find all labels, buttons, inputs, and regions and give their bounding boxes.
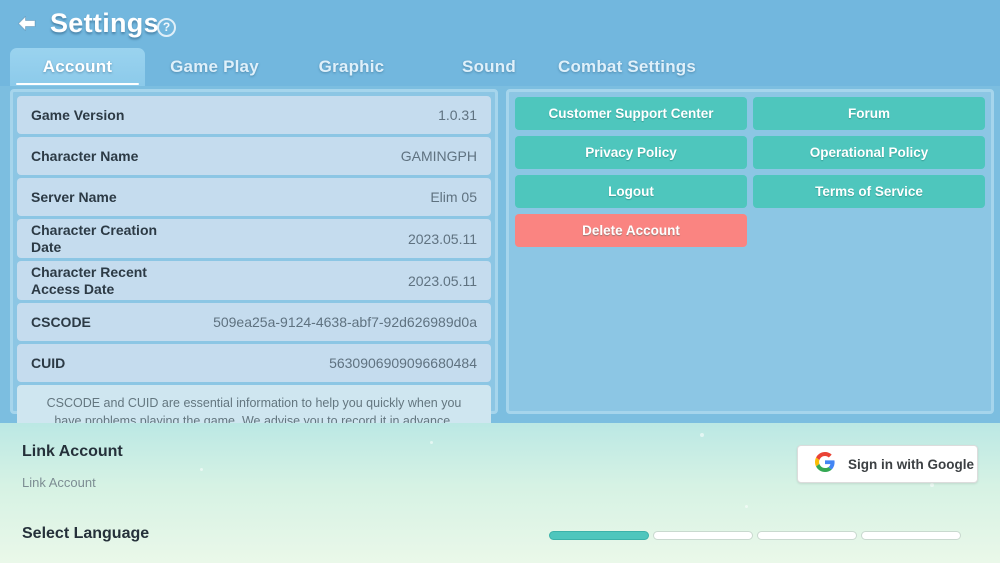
button-label: Privacy Policy <box>585 145 677 160</box>
info-row-value: 5630906909096680484 <box>329 355 477 371</box>
info-row-value: GAMINGPH <box>401 148 477 164</box>
tab-label: Graphic <box>319 57 385 77</box>
page-title: Settings <box>50 8 159 39</box>
tab-label: Combat Settings <box>558 57 696 77</box>
link-account-area <box>0 423 1000 563</box>
button-label: Delete Account <box>582 223 680 238</box>
logout-button[interactable]: Logout <box>515 175 747 208</box>
account-actions-panel: Customer Support Center Forum Privacy Poli… <box>506 89 994 414</box>
language-option-1[interactable] <box>549 531 649 540</box>
sparkle-decoration <box>700 433 704 437</box>
language-option-2[interactable] <box>653 531 753 540</box>
button-label: Forum <box>848 106 890 121</box>
link-account-title: Link Account <box>22 443 123 461</box>
tab-game-play[interactable]: Game Play <box>152 48 277 86</box>
sign-in-with-google-button[interactable]: Sign in with Google <box>797 445 978 483</box>
button-label: Customer Support Center <box>548 106 713 121</box>
button-label: Terms of Service <box>815 184 923 199</box>
tab-sound[interactable]: Sound <box>445 48 533 86</box>
info-row-label: CUID <box>31 355 65 372</box>
forum-button[interactable]: Forum <box>753 97 985 130</box>
tab-bar: Account Game Play Graphic Sound Combat Setti… <box>0 48 1000 86</box>
info-row-value: 2023.05.11 <box>408 231 477 247</box>
info-row: Character Recent Access Date 2023.05.11 <box>17 261 491 300</box>
terms-of-service-button[interactable]: Terms of Service <box>753 175 985 208</box>
info-row-label: Server Name <box>31 189 117 206</box>
info-row-value: 1.0.31 <box>438 107 477 123</box>
back-arrow-icon[interactable] <box>14 11 40 37</box>
info-row-label: Character Name <box>31 148 138 165</box>
tab-combat-settings[interactable]: Combat Settings <box>552 48 702 86</box>
info-row: CUID 5630906909096680484 <box>17 344 491 382</box>
tab-account[interactable]: Account <box>10 48 145 86</box>
info-row: Server Name Elim 05 <box>17 178 491 216</box>
delete-account-button[interactable]: Delete Account <box>515 214 747 247</box>
customer-support-center-button[interactable]: Customer Support Center <box>515 97 747 130</box>
info-row-label: Character Recent Access Date <box>31 264 171 298</box>
tab-label: Sound <box>462 57 516 77</box>
tab-label: Account <box>43 57 112 77</box>
tab-label: Game Play <box>170 57 259 77</box>
info-row: CSCODE 509ea25a-9124-4638-abf7-92d626989d… <box>17 303 491 341</box>
help-icon[interactable]: ? <box>157 18 176 37</box>
info-row-value: 2023.05.11 <box>408 273 477 289</box>
info-row-value: 509ea25a-9124-4638-abf7-92d626989d0a <box>213 314 477 330</box>
info-row-label: CSCODE <box>31 314 91 331</box>
sparkle-decoration <box>430 441 433 444</box>
account-info-panel: Game Version 1.0.31 Character Name GAMINGPH… <box>10 89 498 414</box>
language-option-4[interactable] <box>861 531 961 540</box>
account-content-area: Game Version 1.0.31 Character Name GAMINGPH… <box>0 86 1000 423</box>
privacy-policy-button[interactable]: Privacy Policy <box>515 136 747 169</box>
info-row-label: Character Creation Date <box>31 222 171 256</box>
app-header: Settings ? <box>0 0 1000 48</box>
google-button-label: Sign in with Google <box>848 457 974 472</box>
select-language-title: Select Language <box>22 525 149 543</box>
tab-graphic[interactable]: Graphic <box>303 48 400 86</box>
info-row: Character Creation Date 2023.05.11 <box>17 219 491 258</box>
info-row: Game Version 1.0.31 <box>17 96 491 134</box>
button-label: Operational Policy <box>810 145 929 160</box>
sparkle-decoration <box>745 505 748 508</box>
operational-policy-button[interactable]: Operational Policy <box>753 136 985 169</box>
info-row-label: Game Version <box>31 107 124 124</box>
info-row-value: Elim 05 <box>430 189 477 205</box>
button-label: Logout <box>608 184 654 199</box>
sparkle-decoration <box>200 468 203 471</box>
google-g-icon <box>815 452 835 477</box>
language-option-3[interactable] <box>757 531 857 540</box>
sparkle-decoration <box>930 483 934 487</box>
info-row: Character Name GAMINGPH <box>17 137 491 175</box>
link-account-subtitle: Link Account <box>22 475 96 490</box>
empty-grid-cell <box>753 214 985 247</box>
